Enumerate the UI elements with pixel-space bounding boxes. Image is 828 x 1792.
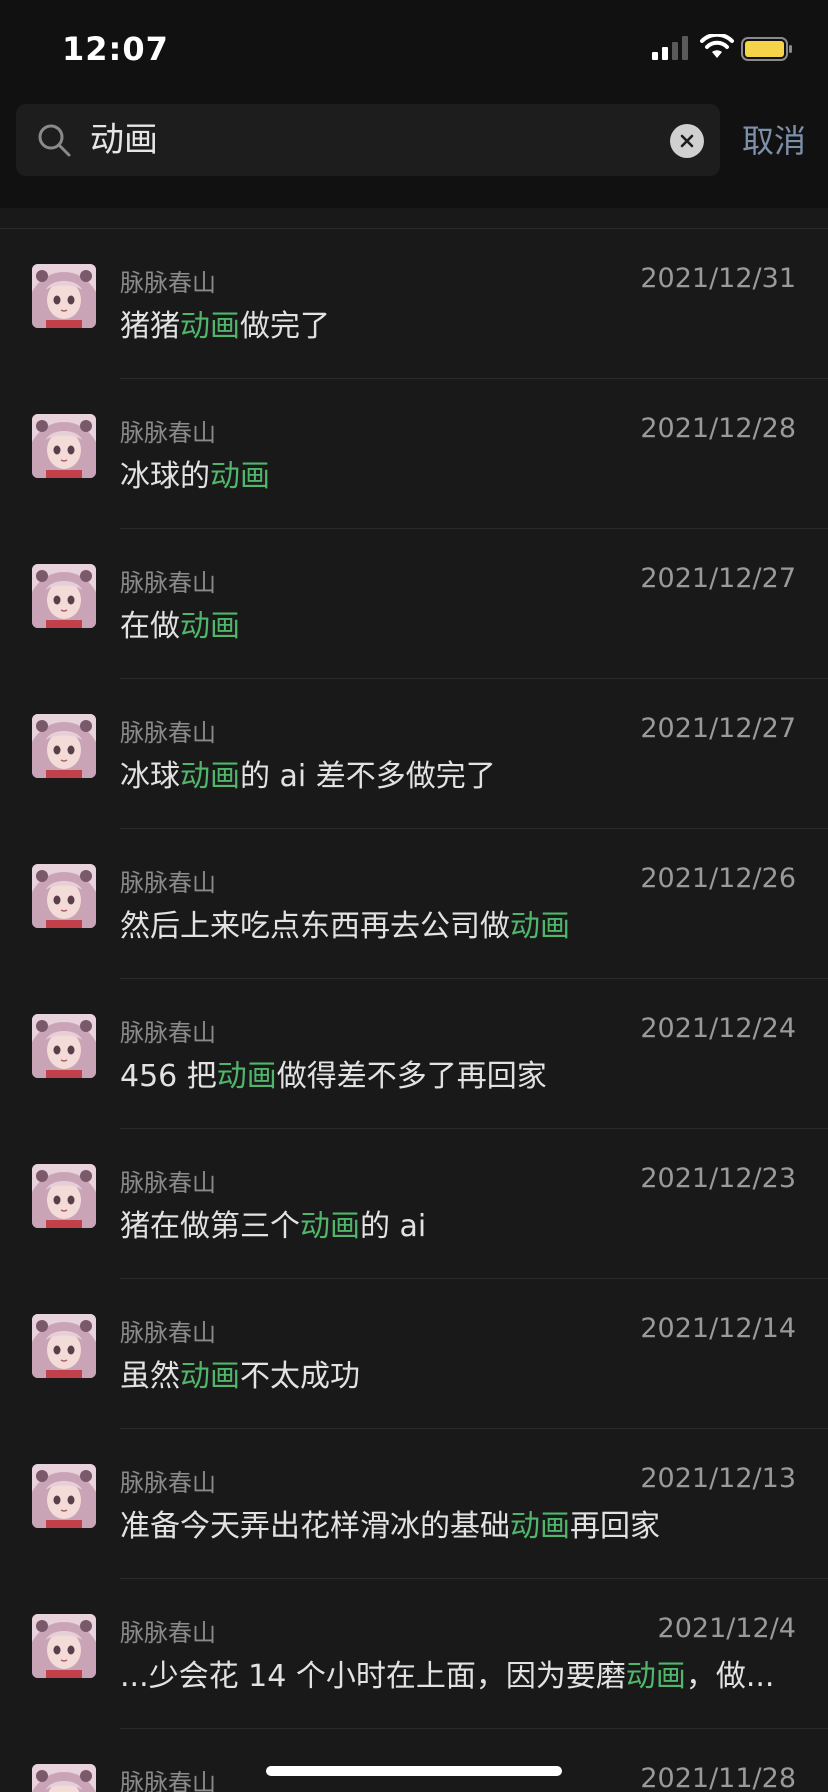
search-result-item[interactable]: 脉脉春山 2021/12/14 虽然动画不太成功 — [0, 1279, 828, 1429]
message-preview: 456 把动画做得差不多了再回家 — [120, 1051, 780, 1095]
message-preview: 猪猪动画做完了 — [120, 301, 780, 345]
message-text-after: 再回家 — [570, 1509, 660, 1544]
message-preview: ...少会花 14 个小时在上面，因为要磨动画，做... — [120, 1651, 780, 1695]
message-date: 2021/11/28 — [640, 1763, 796, 1792]
avatar — [32, 1464, 96, 1528]
message-preview: 虽然动画不太成功 — [120, 1351, 780, 1395]
sender-name: 脉脉春山 — [120, 1319, 216, 1347]
message-preview: 然后上来吃点东西再去公司做动画 — [120, 901, 780, 945]
highlighted-keyword: 动画 — [210, 459, 270, 494]
search-result-item[interactable]: 脉脉春山 2021/12/24 456 把动画做得差不多了再回家 — [0, 979, 828, 1129]
message-date: 2021/12/27 — [640, 563, 796, 594]
search-result-item[interactable]: 脉脉春山 2021/12/4 ...少会花 14 个小时在上面，因为要磨动画，做… — [0, 1579, 828, 1729]
avatar — [32, 864, 96, 928]
highlighted-keyword: 动画 — [180, 1359, 240, 1394]
avatar — [32, 264, 96, 328]
search-box[interactable] — [16, 104, 720, 176]
message-preview: 猪在做第三个动画的 ai — [120, 1201, 780, 1245]
message-text-before: 冰球 — [120, 759, 180, 794]
highlighted-keyword: 动画 — [180, 609, 240, 644]
status-bar: 12:07 — [0, 0, 828, 96]
highlighted-keyword: 动画 — [510, 1509, 570, 1544]
search-result-item[interactable]: 脉脉春山 2021/12/26 然后上来吃点东西再去公司做动画 — [0, 829, 828, 979]
avatar — [32, 1164, 96, 1228]
message-date: 2021/12/14 — [640, 1313, 796, 1344]
avatar — [32, 1614, 96, 1678]
sender-name: 脉脉春山 — [120, 1769, 216, 1792]
search-result-item[interactable]: 脉脉春山 2021/12/27 冰球动画的 ai 差不多做完了 — [0, 679, 828, 829]
message-text-after: 做完了 — [240, 309, 330, 344]
search-header: 取消 — [0, 96, 828, 208]
sender-name: 脉脉春山 — [120, 719, 216, 747]
cellular-signal-icon — [652, 36, 688, 60]
search-input[interactable] — [90, 116, 660, 164]
message-date: 2021/12/31 — [640, 263, 796, 294]
message-text-before: 然后上来吃点东西再去公司做 — [120, 909, 510, 944]
message-date: 2021/12/26 — [640, 863, 796, 894]
message-text-after: 不太成功 — [240, 1359, 360, 1394]
avatar — [32, 1314, 96, 1378]
sender-name: 脉脉春山 — [120, 1019, 216, 1047]
sender-name: 脉脉春山 — [120, 269, 216, 297]
highlighted-keyword: 动画 — [510, 909, 570, 944]
message-text-before: ...少会花 14 个小时在上面，因为要磨 — [120, 1659, 626, 1694]
message-date: 2021/12/28 — [640, 413, 796, 444]
home-indicator — [266, 1766, 562, 1776]
highlighted-keyword: 动画 — [216, 1059, 277, 1094]
close-icon — [680, 134, 694, 148]
avatar — [32, 564, 96, 628]
search-result-item[interactable]: 脉脉春山 2021/12/31 猪猪动画做完了 — [0, 229, 828, 379]
avatar — [32, 414, 96, 478]
highlighted-keyword: 动画 — [180, 759, 240, 794]
search-result-item[interactable]: 脉脉春山 2021/11/28 — [0, 1729, 828, 1792]
search-result-item[interactable]: 脉脉春山 2021/12/23 猪在做第三个动画的 ai — [0, 1129, 828, 1279]
message-text-before: 冰球的 — [120, 459, 210, 494]
message-date: 2021/12/4 — [657, 1613, 796, 1644]
highlighted-keyword: 动画 — [180, 309, 240, 344]
avatar — [32, 1014, 96, 1078]
sender-name: 脉脉春山 — [120, 869, 216, 897]
sender-name: 脉脉春山 — [120, 569, 216, 597]
message-text-before: 在做 — [120, 609, 180, 644]
message-preview: 在做动画 — [120, 601, 780, 645]
search-result-item[interactable]: 脉脉春山 2021/12/27 在做动画 — [0, 529, 828, 679]
message-text-after: 的 ai — [360, 1209, 427, 1244]
message-date: 2021/12/13 — [640, 1463, 796, 1494]
wifi-icon — [700, 34, 734, 58]
message-preview: 冰球的动画 — [120, 451, 780, 495]
sender-name: 脉脉春山 — [120, 1619, 216, 1647]
cancel-button[interactable]: 取消 — [742, 116, 806, 162]
search-result-item[interactable]: 脉脉春山 2021/12/13 准备今天弄出花样滑冰的基础动画再回家 — [0, 1429, 828, 1579]
sender-name: 脉脉春山 — [120, 1469, 216, 1497]
sender-name: 脉脉春山 — [120, 1169, 216, 1197]
message-preview: 冰球动画的 ai 差不多做完了 — [120, 751, 780, 795]
message-text-after: 的 ai 差不多做完了 — [240, 759, 496, 794]
message-text-before: 猪在做第三个 — [120, 1209, 300, 1244]
message-date: 2021/12/27 — [640, 713, 796, 744]
avatar — [32, 1764, 96, 1792]
battery-icon — [741, 37, 792, 61]
clear-search-button[interactable] — [670, 124, 704, 158]
message-date: 2021/12/24 — [640, 1013, 796, 1044]
search-result-item[interactable]: 脉脉春山 2021/12/28 冰球的动画 — [0, 379, 828, 529]
message-text-after: ，做... — [685, 1659, 775, 1694]
message-text-before: 虽然 — [120, 1359, 180, 1394]
highlighted-keyword: 动画 — [300, 1209, 360, 1244]
search-results-list: 脉脉春山 2021/12/31 猪猪动画做完了 脉脉春山 2021/12/28 … — [0, 229, 828, 1792]
search-icon — [38, 124, 71, 157]
avatar — [32, 714, 96, 778]
message-preview: 准备今天弄出花样滑冰的基础动画再回家 — [120, 1501, 780, 1545]
message-date: 2021/12/23 — [640, 1163, 796, 1194]
highlighted-keyword: 动画 — [625, 1659, 686, 1694]
message-text-after: 做得差不多了再回家 — [276, 1059, 547, 1094]
message-text-before: 456 把 — [120, 1059, 217, 1094]
message-text-before: 准备今天弄出花样滑冰的基础 — [120, 1509, 510, 1544]
sender-name: 脉脉春山 — [120, 419, 216, 447]
status-time: 12:07 — [62, 30, 169, 68]
message-text-before: 猪猪 — [120, 309, 180, 344]
